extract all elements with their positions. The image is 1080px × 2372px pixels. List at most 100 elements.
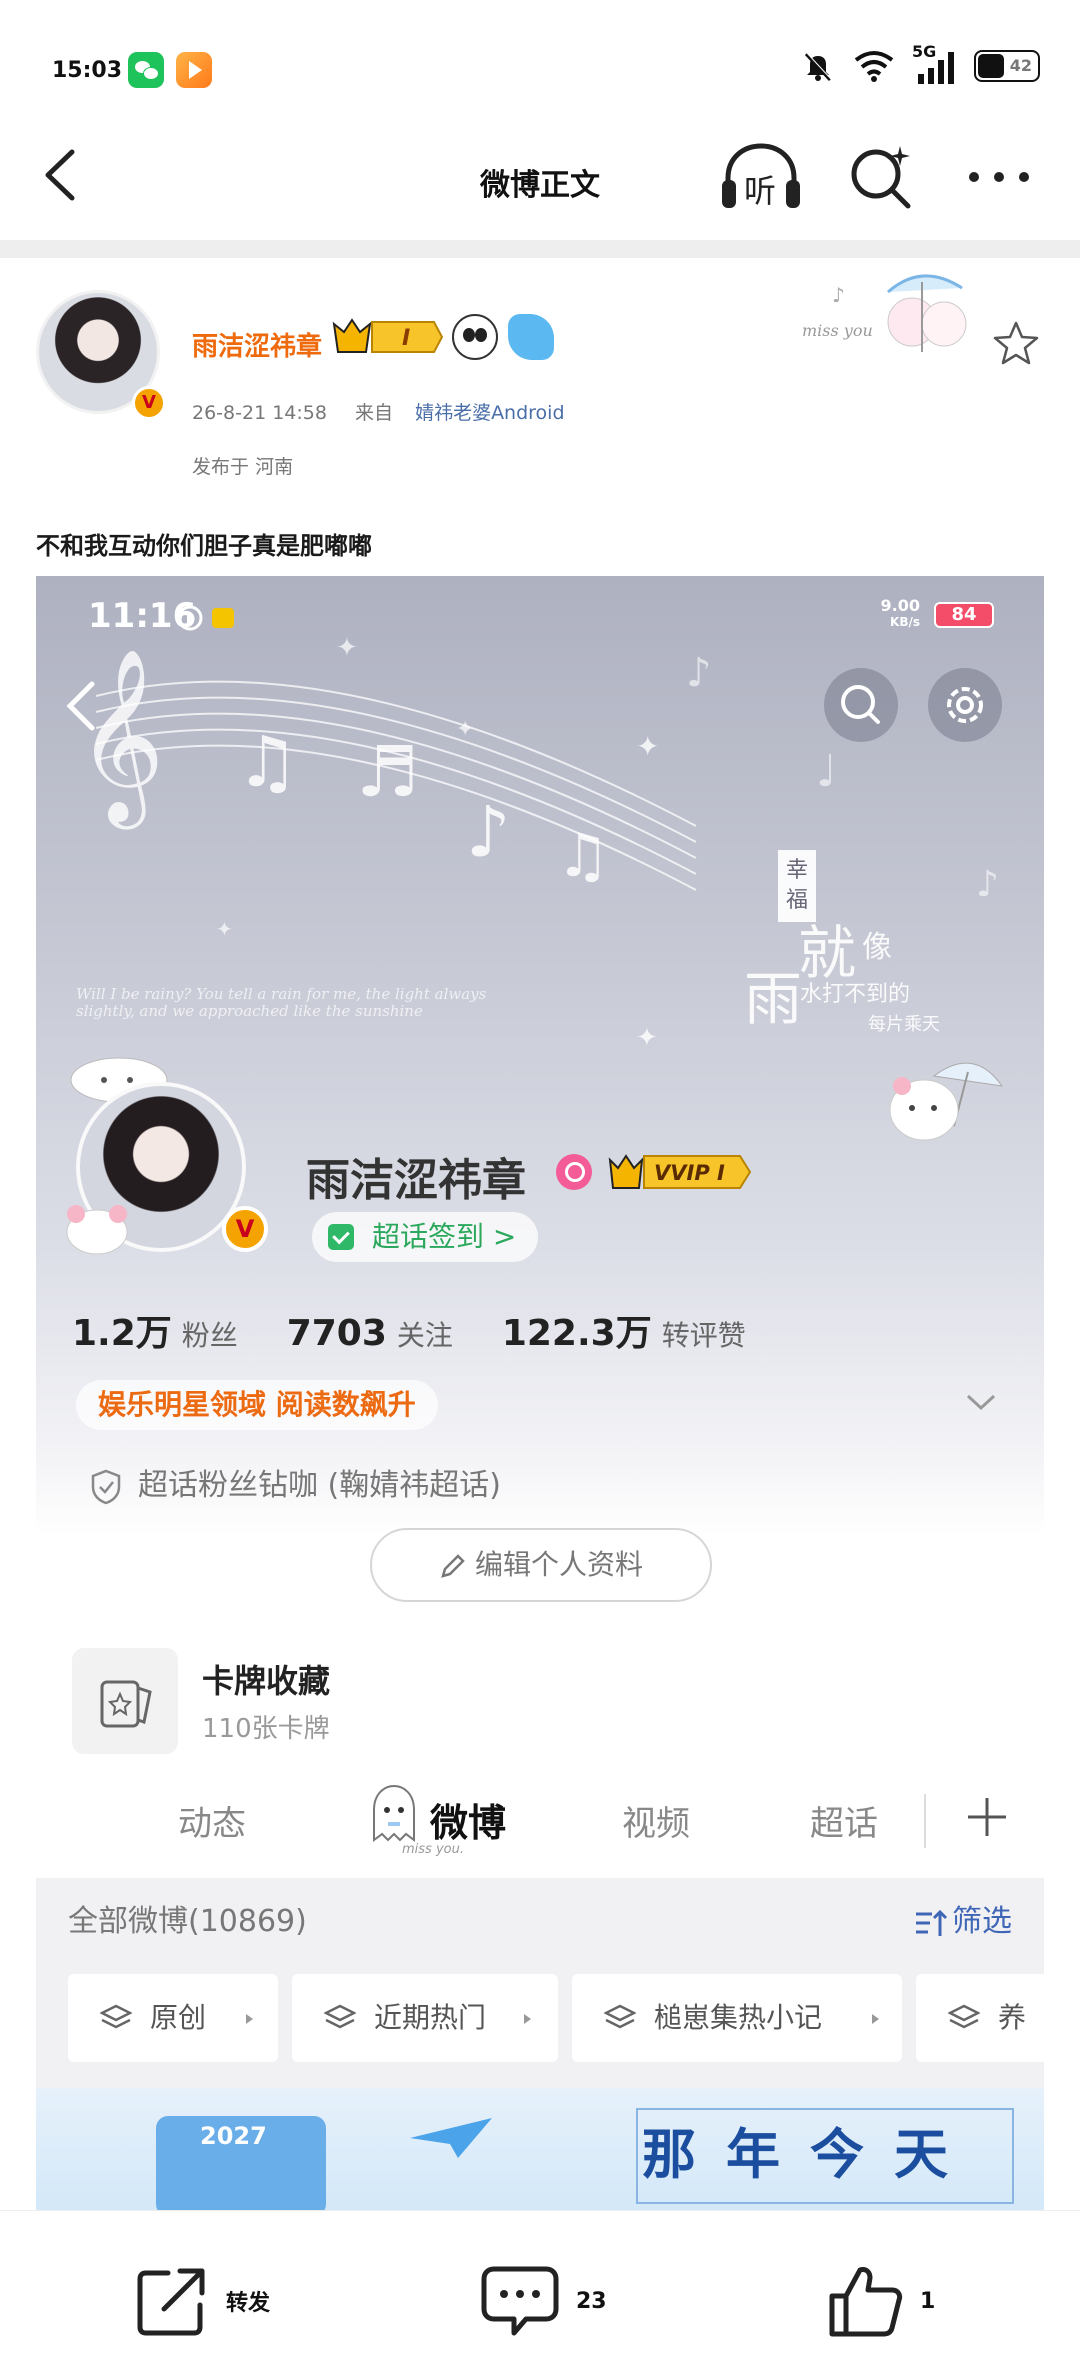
like-button[interactable]: 1 xyxy=(826,2261,935,2341)
profile-stats: 1.2万 粉丝 7703 关注 122.3万 转评赞 xyxy=(72,1304,786,1356)
fortune-char-1: 幸 xyxy=(785,858,808,883)
filter-label: 筛选 xyxy=(952,1904,1012,1939)
chip-label: 养 xyxy=(998,2001,1027,2034)
page-title: 微博正文 xyxy=(480,168,600,203)
plus-icon[interactable] xyxy=(964,1794,1010,1840)
kitty-sticker xyxy=(66,1205,128,1255)
like-count: 1 xyxy=(920,2288,936,2314)
video-app-notification-icon xyxy=(176,52,212,88)
likes-label: 转评赞 xyxy=(661,1319,746,1352)
tab-super-topic[interactable]: 超话 xyxy=(810,1796,878,1845)
svg-text:✦: ✦ xyxy=(336,633,358,663)
chevron-down-icon[interactable] xyxy=(964,1390,998,1414)
share-icon xyxy=(137,2268,205,2336)
status-right: 5G 42 xyxy=(800,42,1040,86)
wechat-notification-icon xyxy=(128,52,164,88)
banner-year: 2027 xyxy=(200,2122,267,2150)
fans-stat[interactable]: 1.2万 粉丝 xyxy=(72,1313,238,1354)
banner-title: 那年今天 xyxy=(642,2122,978,2186)
action-bar: 转发 23 1 xyxy=(0,2210,1080,2372)
calendar-illustration: 2027 xyxy=(156,2116,326,2210)
vvip-badge[interactable]: VVIP I xyxy=(606,1150,752,1194)
tab-dynamics[interactable]: 动态 xyxy=(178,1796,246,1845)
profile-back-icon[interactable] xyxy=(60,676,104,736)
filter-chip-hot[interactable]: 近期热门 xyxy=(292,1974,558,2062)
poem-char-xiang: 像 xyxy=(862,930,892,965)
paper-plane-icon xyxy=(410,2118,492,2158)
svg-text:♪: ♪ xyxy=(686,650,712,696)
filter-icon xyxy=(916,1909,948,1936)
source-prefix: 来自 xyxy=(355,402,394,424)
filter-chip-original[interactable]: 原创 xyxy=(68,1974,278,2062)
post-image[interactable]: 𝄞 ♫ ♬ ♪ ♫ ♪ ♩ ♪ ✦ ✦ ✦ ✦ ✦ ✦ 11:16 9.00 K… xyxy=(36,576,1044,2210)
fans-label: 粉丝 xyxy=(181,1319,238,1352)
decorative-sticker: miss you ♪ xyxy=(802,274,967,352)
edit-profile-button[interactable]: 编辑个人资料 xyxy=(370,1528,712,1602)
filter-button[interactable]: 筛选 xyxy=(914,1896,1012,1940)
post-text: 不和我互动你们胆子真是肥嘟嘟 xyxy=(36,532,372,560)
screenshot-speed-unit: KB/s xyxy=(890,615,920,629)
star-icon[interactable] xyxy=(990,318,1042,370)
author-avatar[interactable]: V xyxy=(36,290,166,420)
chip-label: 原创 xyxy=(150,2001,207,2034)
wifi-icon xyxy=(854,51,894,82)
filter-chip-notes[interactable]: 槌崽集热小记 xyxy=(572,1974,902,2062)
filter-chip-more[interactable]: 养 xyxy=(916,1974,1044,2062)
search-icon[interactable] xyxy=(846,142,916,212)
svg-text:♬: ♬ xyxy=(356,731,419,813)
location-value: 河南 xyxy=(255,456,294,478)
ghost-mascot-icon xyxy=(373,1784,415,1842)
tab-separator xyxy=(924,1794,926,1848)
svg-text:✦: ✦ xyxy=(456,717,474,742)
listen-button[interactable]: 听 xyxy=(718,140,804,214)
comment-icon xyxy=(481,2266,559,2336)
tab-weibo[interactable]: 微博 xyxy=(430,1792,506,1847)
post-source[interactable]: 婧祎老婆Android xyxy=(415,402,564,424)
feed-section: 全部微博(10869) 筛选 原创 近期热门 槌崽集热小记 养 2027 那年今… xyxy=(36,1878,1044,2210)
tab-sub-label: miss you. xyxy=(402,1842,464,1857)
superfan-row[interactable]: 超话粉丝钻咖 (鞠婧祎超话) xyxy=(90,1460,501,1505)
memory-banner[interactable]: 2027 那年今天 xyxy=(36,2088,1044,2210)
profile-name: 雨洁涩祎章 xyxy=(306,1155,526,1206)
edit-profile-label: 编辑个人资料 xyxy=(474,1548,643,1581)
comment-button[interactable]: 23 xyxy=(480,2261,607,2341)
network-label: 5G xyxy=(912,42,958,86)
card-collection-icon[interactable] xyxy=(72,1648,178,1754)
following-count: 7703 xyxy=(286,1313,387,1354)
svg-text:♪: ♪ xyxy=(466,791,511,873)
battery-percent: 42 xyxy=(1009,56,1032,75)
profile-settings-button[interactable] xyxy=(928,668,1002,742)
profile-tabs: 动态 微博 miss you. 视频 超话 xyxy=(36,1770,1044,1870)
author-name[interactable]: 雨洁涩祎章 xyxy=(192,326,322,363)
card-icon xyxy=(100,1680,152,1728)
umbrella-kitty-sticker xyxy=(889,1062,1004,1141)
domain-tag[interactable]: 娱乐明星领域 阅读数飙升 xyxy=(76,1380,438,1430)
divider xyxy=(0,240,1080,258)
title-bar: 微博正文 听 xyxy=(0,120,1080,230)
battery-level xyxy=(978,54,1005,78)
likes-count: 122.3万 xyxy=(501,1313,652,1354)
svg-text:✦: ✦ xyxy=(636,1023,658,1053)
following-stat[interactable]: 7703 关注 xyxy=(287,1313,453,1354)
super-topic-icon[interactable] xyxy=(556,1154,592,1190)
superfan-text: 超话粉丝钻咖 (鞠婧祎超话) xyxy=(138,1468,501,1503)
shield-icon xyxy=(91,1469,121,1504)
profile-search-button[interactable] xyxy=(824,668,898,742)
screenshot-network: 9.00 KB/s xyxy=(881,598,920,630)
vvip-label: VVIP I xyxy=(654,1161,725,1185)
repost-button[interactable]: 转发 xyxy=(134,2261,270,2341)
card-collection-title[interactable]: 卡牌收藏 xyxy=(202,1656,330,1702)
svg-text:✦: ✦ xyxy=(216,917,233,941)
tab-video[interactable]: 视频 xyxy=(622,1796,690,1845)
chip-arrow-icon xyxy=(872,2014,879,2024)
chip-arrow-icon xyxy=(524,2014,531,2024)
status-time: 15:03 xyxy=(52,58,123,83)
likes-stat[interactable]: 122.3万 转评赞 xyxy=(502,1313,746,1354)
svg-text:♫: ♫ xyxy=(236,721,299,803)
poem-line-3: 每片乘天 xyxy=(868,1014,940,1035)
battery-icon: 42 xyxy=(974,50,1040,82)
more-icon[interactable] xyxy=(964,162,1034,192)
chip-label: 槌崽集热小记 xyxy=(654,2001,823,2034)
checkin-icon xyxy=(328,1224,354,1250)
super-topic-checkin-button[interactable]: 超话签到 > xyxy=(312,1212,539,1262)
